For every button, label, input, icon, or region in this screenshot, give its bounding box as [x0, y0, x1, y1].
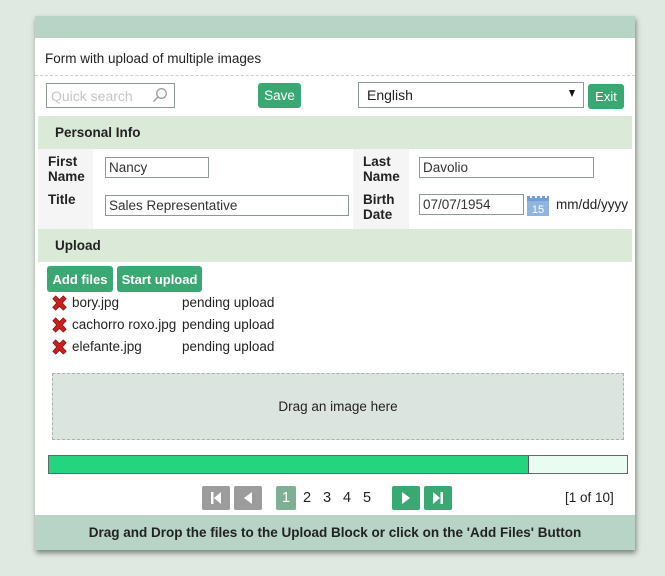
section-upload: Upload — [38, 229, 632, 262]
upload-progress-bar — [48, 455, 628, 474]
page-count: [1 of 10] — [565, 490, 614, 505]
birth-date-input[interactable] — [419, 194, 524, 215]
file-status: pending upload — [182, 317, 275, 332]
drop-zone-text: Drag an image here — [278, 399, 398, 414]
title-input[interactable] — [105, 195, 349, 216]
first-name-label: First Name — [48, 154, 85, 184]
page-2[interactable]: 2 — [303, 486, 311, 510]
form-header-bar — [35, 16, 635, 38]
title-label: Title — [48, 192, 76, 207]
last-name-label: Last Name — [363, 154, 400, 184]
birth-date-label-line1: Birth — [363, 192, 395, 207]
left-label-column: First Name Title — [38, 149, 93, 229]
last-name-input[interactable] — [419, 157, 594, 178]
file-status: pending upload — [182, 295, 275, 310]
form-title: Form with upload of multiple images — [45, 51, 262, 66]
quick-search-box — [46, 83, 175, 108]
footer-hint-text: Drag and Drop the files to the Upload Bl… — [88, 525, 582, 540]
first-name-label-line1: First — [48, 154, 78, 169]
file-list-item: cachorro roxo.jpg pending upload — [50, 316, 350, 336]
first-page-button[interactable] — [202, 486, 230, 510]
page-1[interactable]: 1 — [276, 486, 296, 510]
file-list-item: elefante.jpg pending upload — [50, 338, 350, 358]
prev-page-button[interactable] — [234, 486, 262, 510]
birth-date-label: Birth Date — [363, 192, 395, 222]
calendar-icon[interactable]: 15 — [527, 194, 549, 216]
upload-form-card: Form with upload of multiple images Save… — [35, 16, 635, 550]
delete-x-icon[interactable] — [50, 294, 69, 313]
last-page-icon — [433, 492, 443, 504]
title-divider — [35, 75, 635, 76]
next-page-button[interactable] — [392, 486, 420, 510]
first-name-input[interactable] — [105, 157, 209, 178]
last-name-label-line1: Last — [363, 154, 391, 169]
birth-date-label-line2: Date — [363, 207, 393, 222]
first-name-label-line2: Name — [48, 169, 85, 184]
exit-button[interactable]: Exit — [588, 84, 624, 109]
image-drop-zone[interactable]: Drag an image here — [52, 373, 624, 440]
language-selected-value: English — [367, 87, 413, 103]
file-name: bory.jpg — [72, 295, 120, 310]
add-files-button[interactable]: Add files — [47, 266, 113, 292]
dropdown-arrow-icon — [569, 90, 575, 97]
file-status: pending upload — [182, 339, 275, 354]
next-page-icon — [402, 492, 410, 504]
date-format-hint: mm/dd/yyyy — [556, 197, 629, 212]
start-upload-button[interactable]: Start upload — [117, 266, 202, 292]
section-personal-info: Personal Info — [38, 116, 632, 149]
footer-hint-bar: Drag and Drop the files to the Upload Bl… — [35, 515, 635, 550]
upload-progress-fill — [49, 456, 529, 473]
last-page-button[interactable] — [424, 486, 452, 510]
language-select[interactable]: English — [358, 82, 584, 108]
quick-search-input[interactable] — [47, 84, 147, 107]
prev-page-icon — [244, 492, 252, 504]
delete-x-icon[interactable] — [50, 338, 69, 357]
file-name: elefante.jpg — [72, 339, 142, 354]
page-3[interactable]: 3 — [323, 486, 331, 510]
file-name: cachorro roxo.jpg — [72, 317, 177, 332]
search-icon[interactable] — [152, 87, 168, 103]
delete-x-icon[interactable] — [50, 316, 69, 335]
right-label-column: Last Name Birth Date — [353, 149, 409, 229]
file-list-item: bory.jpg pending upload — [50, 294, 350, 314]
save-button[interactable]: Save — [258, 83, 301, 108]
page-5[interactable]: 5 — [363, 486, 371, 510]
last-name-label-line2: Name — [363, 169, 400, 184]
calendar-icon-day: 15 — [532, 204, 544, 216]
first-page-icon — [211, 492, 221, 504]
page-4[interactable]: 4 — [343, 486, 351, 510]
